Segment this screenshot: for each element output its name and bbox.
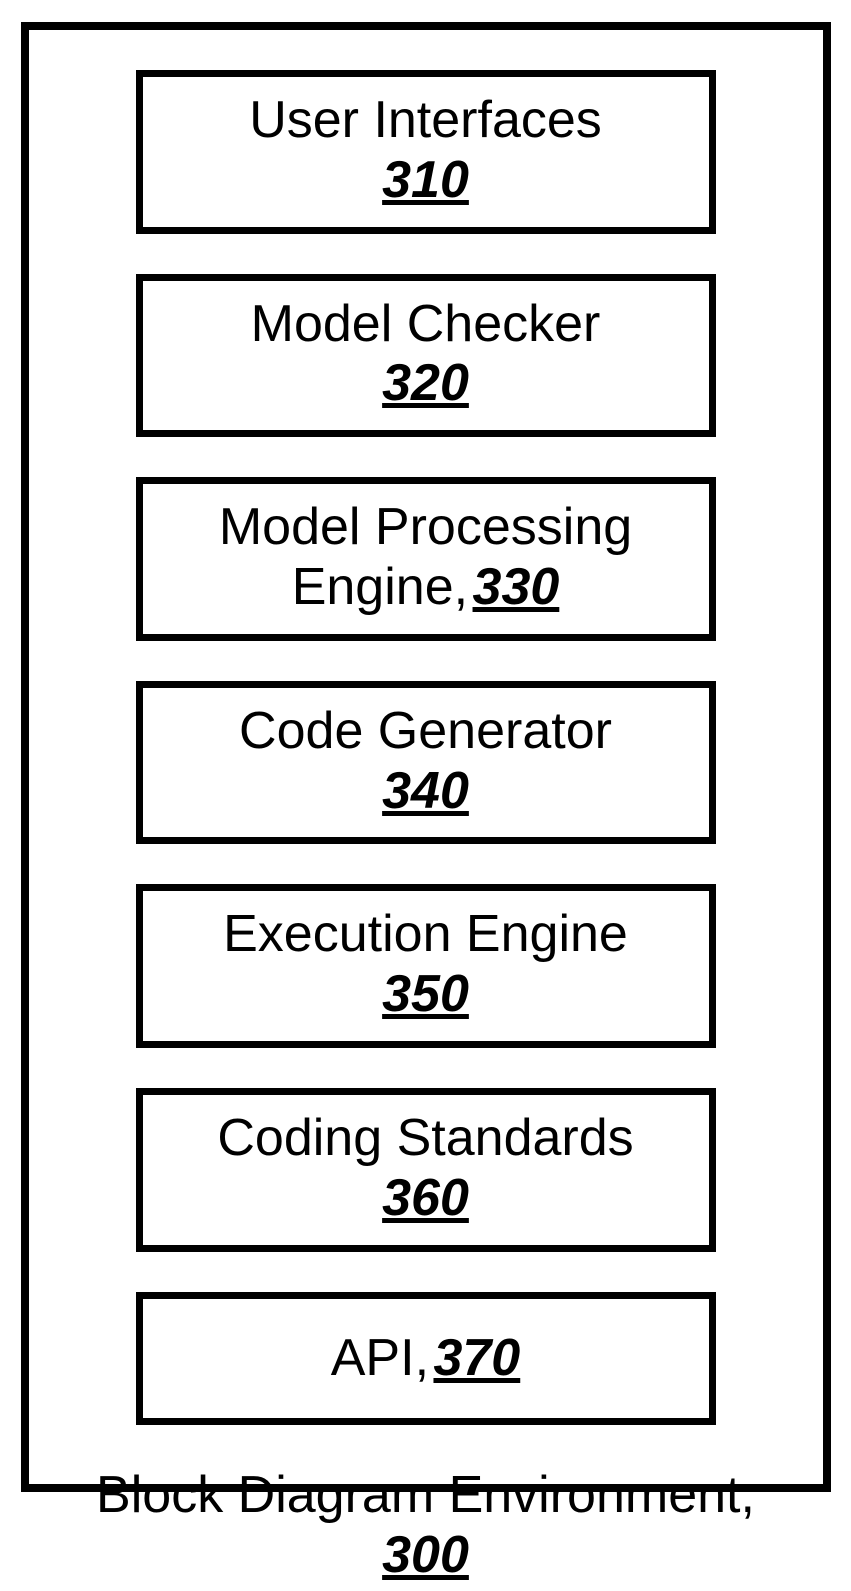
box-coding-standards: Coding Standards 360: [136, 1088, 716, 1252]
box-number: 340: [382, 762, 469, 820]
box-label: Execution Engine: [223, 905, 628, 963]
box-number: 350: [382, 965, 469, 1023]
box-code-generator: Code Generator 340: [136, 681, 716, 845]
box-label: API,: [331, 1329, 429, 1387]
box-number: 320: [382, 354, 469, 412]
box-api: API, 370: [136, 1292, 716, 1426]
block-diagram-environment: User Interfaces 310 Model Checker 320 Mo…: [21, 22, 831, 1492]
box-model-processing-engine: Model Processing Engine, 330: [136, 477, 716, 641]
box-model-checker: Model Checker 320: [136, 274, 716, 438]
box-number: 360: [382, 1169, 469, 1227]
box-number: 310: [382, 151, 469, 209]
box-number: 370: [433, 1329, 520, 1387]
box-execution-engine: Execution Engine 350: [136, 884, 716, 1048]
box-label: Model Checker: [251, 295, 601, 353]
box-user-interfaces: User Interfaces 310: [136, 70, 716, 234]
caption-number: 300: [382, 1526, 469, 1584]
box-label: Model Processing Engine,: [219, 498, 632, 616]
caption-label: Block Diagram Environment,: [96, 1466, 755, 1524]
diagram-caption: Block Diagram Environment, 300: [69, 1465, 783, 1591]
box-label: User Interfaces: [249, 91, 602, 149]
box-label: Coding Standards: [217, 1109, 633, 1167]
box-number: 330: [473, 558, 560, 616]
box-label: Code Generator: [239, 702, 612, 760]
